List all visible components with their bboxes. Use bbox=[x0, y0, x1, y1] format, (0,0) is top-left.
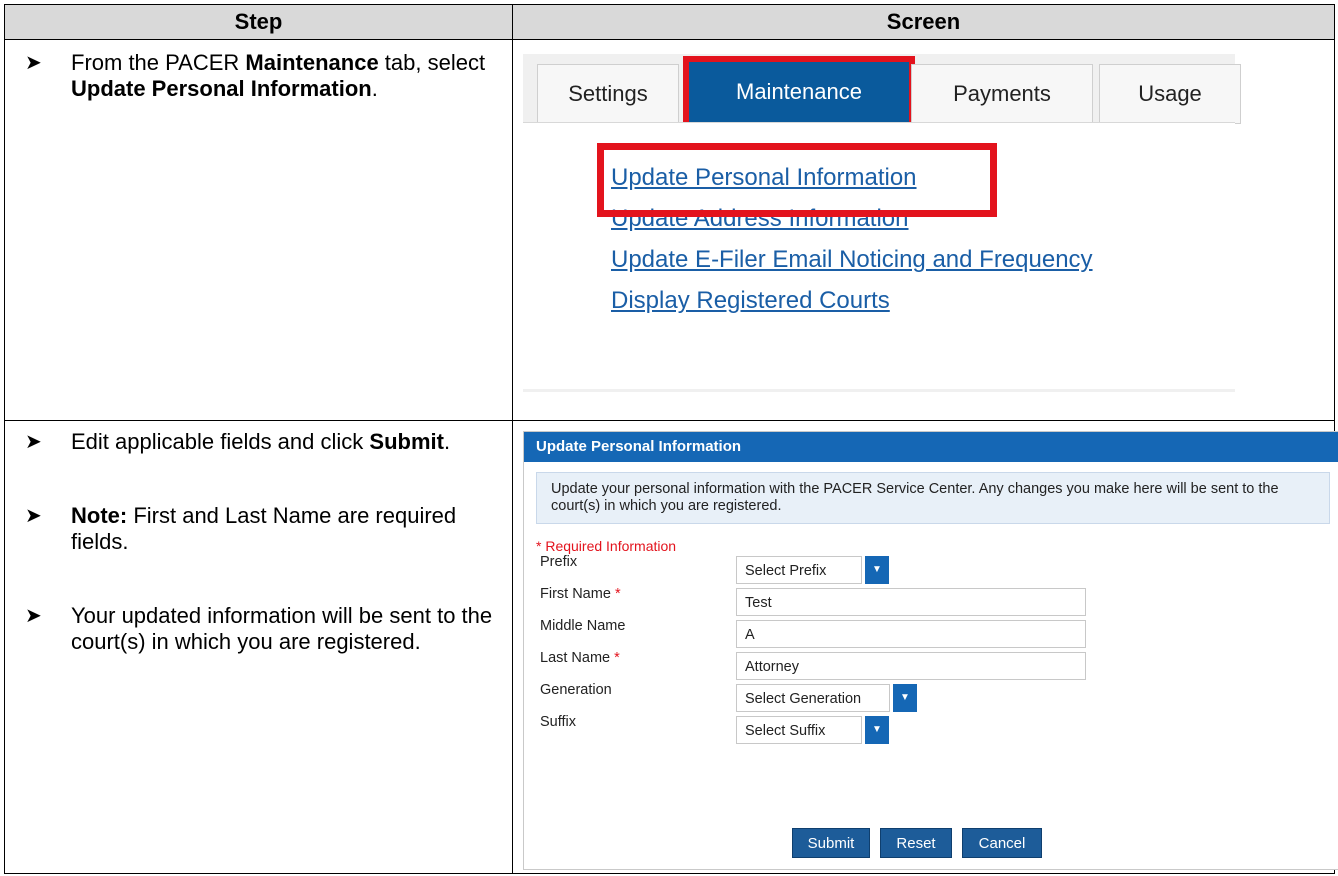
arrow-bullet-icon: ➤ bbox=[25, 505, 42, 527]
generation-row: Generation Select Generation ▼ bbox=[524, 680, 1338, 712]
display-registered-courts-link[interactable]: Display Registered Courts bbox=[611, 280, 1093, 321]
prefix-row: Prefix Select Prefix ▼ bbox=[524, 552, 1338, 584]
step-1-text-middle: tab, select bbox=[378, 50, 486, 75]
note-text: First and Last Name are required fields. bbox=[71, 503, 457, 554]
prefix-label: Prefix bbox=[540, 554, 578, 570]
step-cell-1: ➤ From the PACER Maintenance tab, select… bbox=[4, 39, 513, 421]
first-name-label-text: First Name bbox=[540, 586, 611, 602]
tab-bar: Settings Maintenance Payments Usage bbox=[523, 54, 1241, 128]
arrow-bullet-icon: ➤ bbox=[25, 431, 42, 453]
arrow-bullet-icon: ➤ bbox=[25, 52, 42, 74]
submit-button[interactable]: Submit bbox=[792, 828, 870, 858]
tab-maintenance[interactable]: Maintenance bbox=[683, 56, 915, 128]
last-name-row: Last Name * Attorney bbox=[524, 648, 1338, 680]
first-name-row: First Name * Test bbox=[524, 584, 1338, 616]
step-cell-2: ➤ Edit applicable fields and click Submi… bbox=[4, 420, 513, 874]
tab-settings[interactable]: Settings bbox=[537, 64, 679, 124]
prefix-select[interactable]: Select Prefix ▼ bbox=[736, 556, 889, 584]
step-1-bullet: ➤ From the PACER Maintenance tab, select… bbox=[25, 50, 500, 102]
form-title: Update Personal Information bbox=[524, 432, 1338, 462]
update-efiler-email-noticing-link[interactable]: Update E-Filer Email Noticing and Freque… bbox=[611, 239, 1093, 280]
instructions-table: Step Screen ➤ From the PACER Maintenance… bbox=[4, 4, 1338, 874]
step-1-bullets: ➤ From the PACER Maintenance tab, select… bbox=[5, 40, 512, 102]
chevron-down-icon[interactable]: ▼ bbox=[865, 716, 889, 744]
step-1-bold-link: Update Personal Information bbox=[71, 76, 372, 101]
middle-name-field[interactable]: A bbox=[736, 620, 1086, 648]
step-2-bullets: ➤ Edit applicable fields and click Submi… bbox=[5, 421, 512, 655]
suffix-label: Suffix bbox=[540, 714, 577, 730]
generation-label: Generation bbox=[540, 682, 612, 698]
last-name-label-text: Last Name bbox=[540, 650, 611, 666]
step-1-period: . bbox=[371, 76, 378, 101]
last-name-label: Last Name * bbox=[540, 650, 620, 666]
prefix-select-value: Select Prefix bbox=[745, 563, 827, 579]
cancel-button[interactable]: Cancel bbox=[962, 828, 1042, 858]
tab-usage[interactable]: Usage bbox=[1099, 64, 1241, 124]
first-name-field[interactable]: Test bbox=[736, 588, 1086, 616]
bullet-period: . bbox=[443, 429, 451, 454]
step-2-bullet-info: ➤ Your updated information will be sent … bbox=[25, 603, 500, 655]
required-star: * bbox=[614, 650, 620, 666]
step-column-header: Step bbox=[4, 4, 513, 40]
step-2-bullet-submit: ➤ Edit applicable fields and click Submi… bbox=[25, 429, 500, 455]
screen-cell-2: Update Personal Information Update your … bbox=[512, 420, 1338, 874]
form-buttons: Submit Reset Cancel bbox=[524, 828, 1338, 860]
last-name-field[interactable]: Attorney bbox=[736, 652, 1086, 680]
arrow-bullet-icon: ➤ bbox=[25, 605, 42, 627]
update-personal-info-form: Update Personal Information Update your … bbox=[523, 431, 1338, 870]
step-1-text: From the PACER bbox=[71, 50, 246, 75]
chevron-down-icon[interactable]: ▼ bbox=[865, 556, 889, 584]
generation-select-value: Select Generation bbox=[745, 691, 862, 707]
screen-cell-1: Settings Maintenance Payments Usage Upda… bbox=[512, 39, 1335, 421]
maintenance-panel: Update Personal Information Update Addre… bbox=[523, 122, 1235, 389]
reset-button[interactable]: Reset bbox=[880, 828, 952, 858]
tab-payments[interactable]: Payments bbox=[911, 64, 1093, 124]
generation-select[interactable]: Select Generation ▼ bbox=[736, 684, 917, 712]
screen-column-header: Screen bbox=[512, 4, 1335, 40]
step-1-bold-tab: Maintenance bbox=[245, 50, 379, 75]
first-name-label: First Name * bbox=[540, 586, 621, 602]
highlight-box bbox=[597, 143, 997, 217]
suffix-select-value: Select Suffix bbox=[745, 723, 826, 739]
middle-name-label: Middle Name bbox=[540, 618, 626, 634]
suffix-row: Suffix Select Suffix ▼ bbox=[524, 712, 1338, 744]
middle-name-row: Middle Name A bbox=[524, 616, 1338, 648]
maintenance-screenshot: Settings Maintenance Payments Usage Upda… bbox=[523, 54, 1241, 392]
bullet-text: Edit applicable fields and click bbox=[71, 429, 370, 454]
bullet-bold: Submit bbox=[369, 429, 444, 454]
required-star: * bbox=[614, 586, 621, 602]
info-text: Your updated information will be sent to… bbox=[71, 603, 493, 654]
form-notice: Update your personal information with th… bbox=[536, 472, 1330, 524]
note-label: Note: bbox=[71, 503, 128, 528]
page: Step Screen ➤ From the PACER Maintenance… bbox=[0, 0, 1338, 876]
chevron-down-icon[interactable]: ▼ bbox=[893, 684, 917, 712]
step-2-bullet-note: ➤ Note: First and Last Name are required… bbox=[25, 503, 500, 555]
suffix-select[interactable]: Select Suffix ▼ bbox=[736, 716, 889, 744]
